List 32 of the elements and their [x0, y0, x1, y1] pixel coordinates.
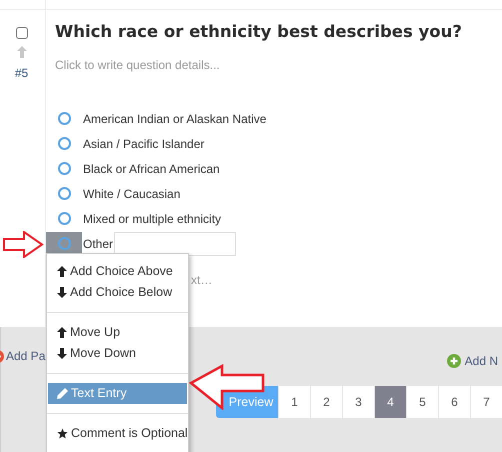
star-icon	[57, 428, 68, 439]
choice-label[interactable]: Asian / Pacific Islander	[83, 134, 204, 152]
radio-button[interactable]	[46, 232, 82, 256]
choice-label[interactable]: White / Caucasian	[83, 184, 180, 202]
arrow-down-icon	[57, 287, 67, 298]
arrow-down-icon	[57, 348, 67, 359]
menu-item[interactable]: Move Down	[48, 343, 187, 364]
add-question-link[interactable]: Add N	[464, 352, 498, 370]
plus-circle-icon[interactable]	[446, 354, 461, 368]
choice-label[interactable]: American Indian or Alaskan Native	[83, 110, 266, 128]
page-button[interactable]: 7	[470, 386, 502, 418]
choice-label[interactable]: Black or African American	[83, 160, 220, 178]
question-number: #5	[14, 65, 28, 82]
page-button[interactable]: 4	[374, 386, 406, 418]
choice-label[interactable]: Mixed or multiple ethnicity	[83, 210, 222, 228]
pencil-icon	[57, 388, 68, 399]
menu-item[interactable]: Add Choice Below	[48, 282, 187, 303]
page-button[interactable]: 1	[278, 386, 310, 418]
menu-item[interactable]: Add Choice Above	[48, 261, 187, 282]
menu-item[interactable]: Move Up	[48, 322, 187, 343]
menu-item[interactable]: Comment is Optional	[48, 423, 187, 444]
page-button[interactable]: 3	[342, 386, 374, 418]
page-button[interactable]: 2	[310, 386, 342, 418]
choice-label[interactable]: Other	[83, 234, 114, 252]
page-button[interactable]: 6	[438, 386, 470, 418]
add-page-link[interactable]: Add Pa	[6, 347, 46, 365]
question-checkbox[interactable]	[16, 27, 28, 39]
page-button[interactable]: 5	[406, 386, 438, 418]
arrow-up-icon	[57, 266, 67, 277]
question-title[interactable]: Which race or ethnicity best describes you?	[46, 20, 502, 44]
arrow-up-icon[interactable]	[16, 46, 26, 58]
arrow-up-icon	[57, 327, 67, 338]
